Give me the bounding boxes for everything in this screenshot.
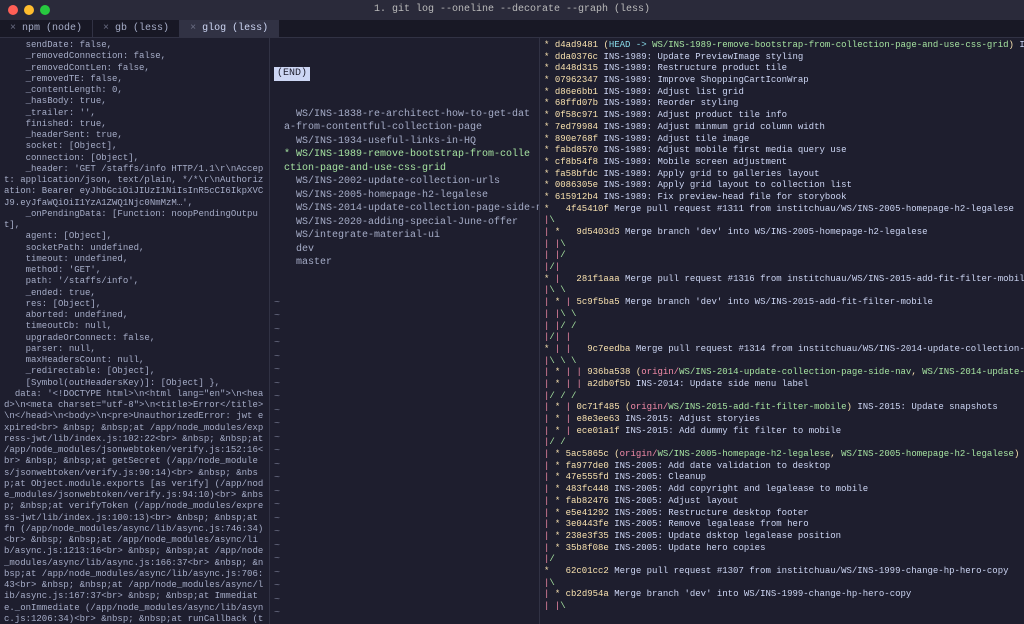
- git-log-line: | * 3e0443fe INS-2005: Remove legalease …: [544, 519, 1020, 531]
- git-log-line: * 890e768f INS-1989: Adjust tile image: [544, 134, 1020, 146]
- git-log-line: | * | 5c9f5ba5 Merge branch 'dev' into W…: [544, 297, 1020, 309]
- git-log-line: |\: [544, 578, 1020, 590]
- git-log-line: * cf8b54f8 INS-1989: Mobile screen adjus…: [544, 157, 1020, 169]
- git-log-line: | |\: [544, 601, 1020, 613]
- git-log-line: | |/ /: [544, 321, 1020, 333]
- git-log-line: | * fa977de0 INS-2005: Add date validati…: [544, 461, 1020, 473]
- branch-item[interactable]: * WS/INS-1989-remove-bootstrap-from-coll…: [274, 148, 535, 175]
- git-log-line: * d448d315 INS-1989: Restructure product…: [544, 63, 1020, 75]
- git-log-line: | * fab82476 INS-2005: Adjust layout: [544, 496, 1020, 508]
- close-tab-icon[interactable]: ×: [190, 22, 196, 36]
- git-log-line: * 4f45410f Merge pull request #1311 from…: [544, 204, 1020, 216]
- split-panes: sendDate: false, _removedConnection: fal…: [0, 38, 1024, 624]
- git-log-line: | * | | a2db0f5b INS-2014: Update side m…: [544, 379, 1020, 391]
- git-log-line: | * | ece01a1f INS-2015: Add dummy fit f…: [544, 426, 1020, 438]
- git-log-line: |/: [544, 554, 1020, 566]
- git-log-line: * 7ed79984 INS-1989: Adjust minmum grid …: [544, 122, 1020, 134]
- pane-npm-output[interactable]: sendDate: false, _removedConnection: fal…: [0, 38, 270, 624]
- branch-item[interactable]: WS/INS-2002-update-collection-urls: [274, 175, 535, 189]
- git-log-line: | |\ \: [544, 309, 1020, 321]
- git-log-line: * d4ad9481 (HEAD -> WS/INS-1989-remove-b…: [544, 40, 1020, 52]
- pager-end-badge: (END): [274, 67, 535, 81]
- git-log-line: | * cb2d954a Merge branch 'dev' into WS/…: [544, 589, 1020, 601]
- branch-item[interactable]: master: [274, 256, 535, 270]
- git-log-line: |/ /: [544, 437, 1020, 449]
- tab-bar: × npm (node) × gb (less) × glog (less): [0, 20, 1024, 38]
- tilde-filler: ~ ~ ~ ~ ~ ~ ~ ~ ~ ~ ~ ~ ~ ~ ~ ~ ~ ~ ~ ~ …: [274, 297, 535, 624]
- window-title: 1. git log --oneline --decorate --graph …: [0, 3, 1024, 17]
- git-log-line: * | | 9c7eedba Merge pull request #1314 …: [544, 344, 1020, 356]
- branch-item[interactable]: WS/INS-1838-re-architect-how-to-get-data…: [274, 108, 535, 135]
- git-log-line: | * 47e555fd INS-2005: Cleanup: [544, 472, 1020, 484]
- git-log-line: | * | 0c71f485 (origin/WS/INS-2015-add-f…: [544, 402, 1020, 414]
- git-log-line: | * | e8e3ee63 INS-2015: Adjust storyies: [544, 414, 1020, 426]
- git-log-line: * fabd8570 INS-1989: Adjust mobile first…: [544, 145, 1020, 157]
- branch-item[interactable]: WS/INS-2005-homepage-h2-legalese: [274, 189, 535, 203]
- git-log-line: * | 281f1aaa Merge pull request #1316 fr…: [544, 274, 1020, 286]
- git-log-line: | * | | 936ba538 (origin/WS/INS-2014-upd…: [544, 367, 1020, 379]
- git-log-line: * 68ffd07b INS-1989: Reorder styling: [544, 98, 1020, 110]
- git-log-line: |/|: [544, 262, 1020, 274]
- git-log-line: | * e5e41292 INS-2005: Restructure deskt…: [544, 508, 1020, 520]
- branch-item[interactable]: WS/INS-1934-useful-links-in-HQ: [274, 135, 535, 149]
- git-log-line: | * 9d5403d3 Merge branch 'dev' into WS/…: [544, 227, 1020, 239]
- git-log-line: | * 483fc448 INS-2005: Add copyright and…: [544, 484, 1020, 496]
- git-log-line: |\: [544, 215, 1020, 227]
- tab-label: gb (less): [115, 22, 169, 36]
- tab-npm[interactable]: × npm (node): [0, 20, 93, 37]
- git-log-line: * d86e6bb1 INS-1989: Adjust list grid: [544, 87, 1020, 99]
- git-log-line: * dda0376c INS-1989: Update PreviewImage…: [544, 52, 1020, 64]
- git-log-line: |\ \ \: [544, 356, 1020, 368]
- git-log-line: * 0f58c971 INS-1989: Adjust product tile…: [544, 110, 1020, 122]
- tab-gb[interactable]: × gb (less): [93, 20, 180, 37]
- git-log-line: * 0086305e INS-1989: Apply grid layout t…: [544, 180, 1020, 192]
- git-log-line: * 615912b4 INS-1989: Fix preview-head fi…: [544, 192, 1020, 204]
- pane-branch-list[interactable]: (END) WS/INS-1838-re-architect-how-to-ge…: [270, 38, 540, 624]
- branch-item[interactable]: WS/INS-2020-adding-special-June-offer: [274, 216, 535, 230]
- pane-git-log[interactable]: * d4ad9481 (HEAD -> WS/INS-1989-remove-b…: [540, 38, 1024, 624]
- close-tab-icon[interactable]: ×: [10, 22, 16, 36]
- git-log-line: | |/: [544, 250, 1020, 262]
- tab-glog[interactable]: × glog (less): [180, 20, 279, 37]
- git-log-line: | |\: [544, 239, 1020, 251]
- git-log-line: * fa58bfdc INS-1989: Apply grid to galle…: [544, 169, 1020, 181]
- branch-item[interactable]: dev: [274, 243, 535, 257]
- git-log-line: |/| |: [544, 332, 1020, 344]
- branch-item[interactable]: WS/integrate-material-ui: [274, 229, 535, 243]
- git-log-line: |\ \: [544, 285, 1020, 297]
- git-log-line: | * 35b8f08e INS-2005: Update hero copie…: [544, 543, 1020, 555]
- close-tab-icon[interactable]: ×: [103, 22, 109, 36]
- git-log-line: | * 5ac5865c (origin/WS/INS-2005-homepag…: [544, 449, 1020, 461]
- node-dump-text: sendDate: false, _removedConnection: fal…: [4, 40, 269, 624]
- git-log-line: | * 238e3f35 INS-2005: Update dsktop leg…: [544, 531, 1020, 543]
- branch-item[interactable]: WS/INS-2014-update-collection-page-side-…: [274, 202, 535, 216]
- tab-label: glog (less): [202, 22, 268, 36]
- git-log-line: * 07962347 INS-1989: Improve ShoppingCar…: [544, 75, 1020, 87]
- git-log-line: |/ / /: [544, 391, 1020, 403]
- tab-label: npm (node): [22, 22, 82, 36]
- window-titlebar: 1. git log --oneline --decorate --graph …: [0, 0, 1024, 20]
- git-log-line: * 62c01cc2 Merge pull request #1307 from…: [544, 566, 1020, 578]
